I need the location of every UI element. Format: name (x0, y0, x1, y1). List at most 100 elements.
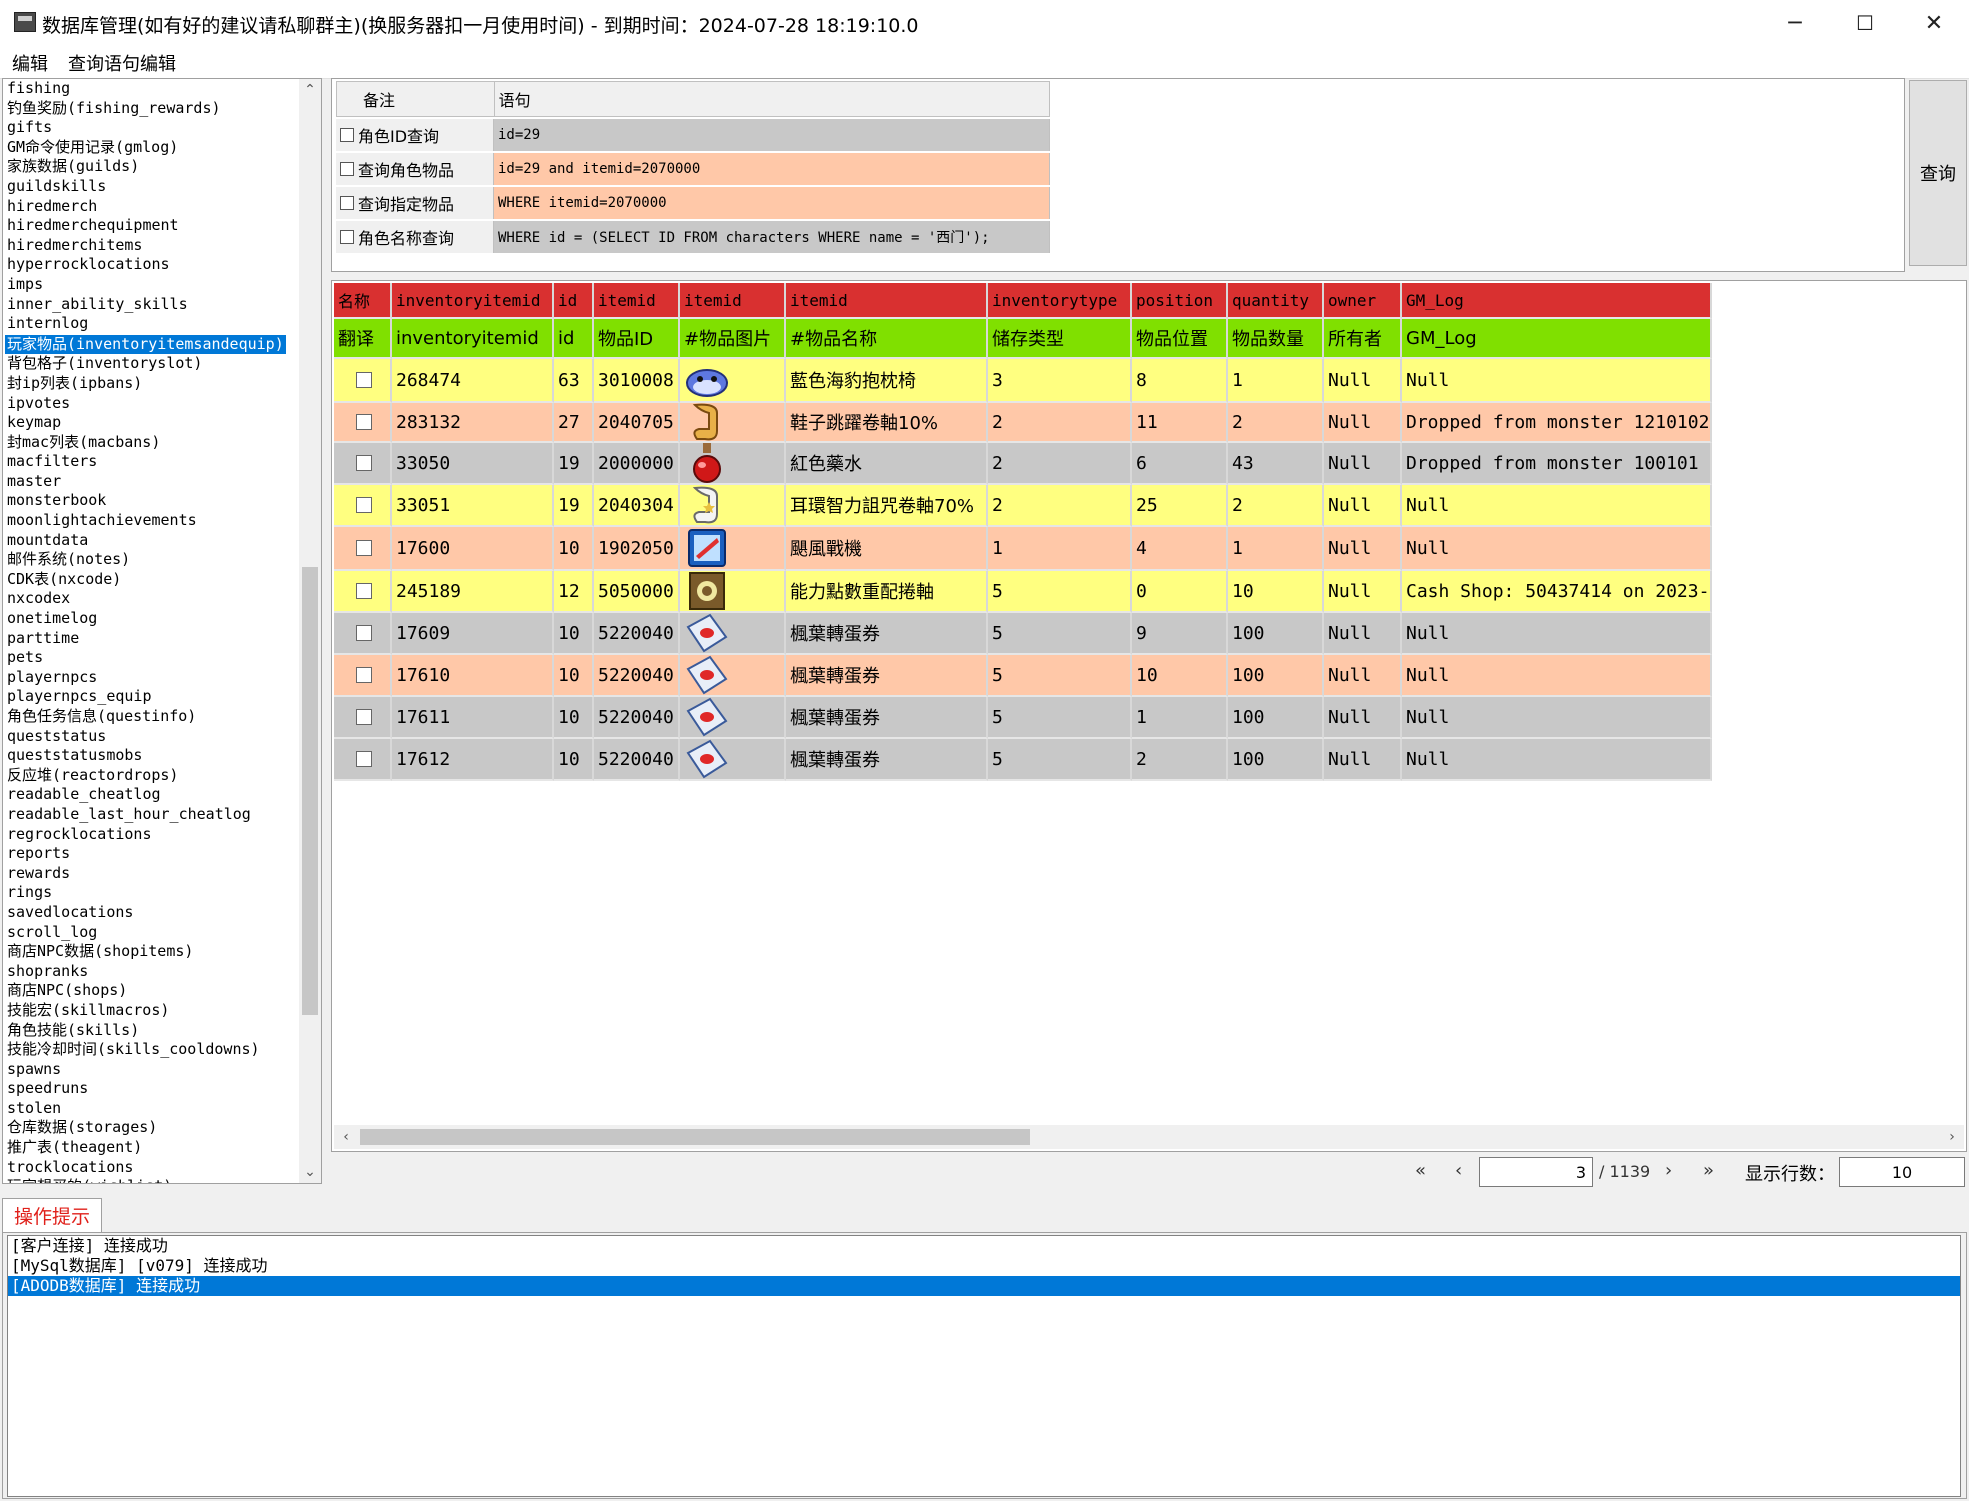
table-list-item[interactable]: pets (5, 648, 299, 668)
table-list-item[interactable]: CDK表(nxcode) (5, 570, 299, 590)
log-list[interactable]: [客户连接] 连接成功 [MySql数据库] [v079] 连接成功 [ADODB数… (7, 1235, 1961, 1497)
table-list-item[interactable]: reports (5, 844, 299, 864)
scroll-thumb[interactable] (360, 1129, 1030, 1145)
table-list-item[interactable]: queststatus (5, 727, 299, 747)
table-list-item[interactable]: 推广表(theagent) (5, 1138, 299, 1158)
table-list-item[interactable]: shopranks (5, 962, 299, 982)
rows-input[interactable]: 10 (1839, 1157, 1965, 1187)
scroll-right-icon[interactable]: › (1940, 1126, 1964, 1148)
row-checkbox[interactable] (356, 667, 372, 683)
table-list-item[interactable]: monsterbook (5, 491, 299, 511)
table-list-item[interactable]: 技能冷却时间(skills_cooldowns) (5, 1040, 299, 1060)
next-page-button[interactable]: › (1665, 1160, 1672, 1181)
grid-header-cell[interactable]: GM_Log (1402, 283, 1712, 319)
table-list-item[interactable]: readable_cheatlog (5, 785, 299, 805)
grid-header-cell[interactable]: itemid (594, 283, 680, 319)
page-input[interactable]: 3 (1479, 1157, 1593, 1187)
last-page-button[interactable]: » (1703, 1160, 1714, 1181)
row-checkbox[interactable] (356, 625, 372, 641)
table-row[interactable]: 33051 19 2040304 耳環智力詛咒卷軸70% 2 25 2 Null Null (334, 485, 1712, 527)
table-list[interactable]: fishing 钓鱼奖励(fishing_rewards) gifts GM命令使用记… (2, 78, 322, 1184)
table-list-item[interactable]: 玩家物品(inventoryitemsandequip) (5, 334, 286, 355)
table-row[interactable]: 245189 12 5050000 能力點數重配捲軸 5 0 10 Null Cash Shop… (334, 571, 1712, 613)
query-row-checkbox[interactable] (340, 128, 354, 142)
table-list-item[interactable]: savedlocations (5, 903, 299, 923)
query-row[interactable]: 角色ID查询 id=29 (336, 119, 1050, 151)
table-list-item[interactable]: 钓鱼奖励(fishing_rewards) (5, 99, 299, 119)
table-row[interactable]: 17612 10 5220040 楓葉轉蛋券 5 2 100 Null Null (334, 739, 1712, 781)
table-list-item[interactable]: internlog (5, 314, 299, 334)
grid-horizontal-scrollbar[interactable]: ‹ › (334, 1125, 1964, 1149)
scroll-left-icon[interactable]: ‹ (334, 1126, 358, 1148)
table-row[interactable]: 17609 10 5220040 楓葉轉蛋券 5 9 100 Null Null (334, 613, 1712, 655)
table-list-item[interactable]: queststatusmobs (5, 746, 299, 766)
table-row[interactable]: 283132 27 2040705 鞋子跳躍卷軸10% 2 11 2 Null Dropped … (334, 403, 1712, 443)
row-checkbox[interactable] (356, 583, 372, 599)
query-row[interactable]: 角色名称查询 WHERE id = (SELECT ID FROM charact… (336, 221, 1050, 253)
table-list-item[interactable]: master (5, 472, 299, 492)
table-list-item[interactable]: 商店NPC(shops) (5, 981, 299, 1001)
table-list-item[interactable]: rewards (5, 864, 299, 884)
row-checkbox[interactable] (356, 497, 372, 513)
table-list-item[interactable]: 角色技能(skills) (5, 1021, 299, 1041)
table-list-item[interactable]: speedruns (5, 1079, 299, 1099)
grid-header-cell[interactable]: owner (1324, 283, 1402, 319)
table-list-item[interactable]: macfilters (5, 452, 299, 472)
query-row-checkbox[interactable] (340, 162, 354, 176)
table-list-item[interactable]: ipvotes (5, 394, 299, 414)
query-button[interactable]: 查询 (1909, 80, 1967, 266)
first-page-button[interactable]: « (1415, 1160, 1426, 1181)
table-list-item[interactable]: scroll_log (5, 923, 299, 943)
table-list-scrollbar[interactable]: ⌃ ⌄ (299, 79, 321, 1183)
table-list-item[interactable]: hiredmerch (5, 197, 299, 217)
row-checkbox[interactable] (356, 540, 372, 556)
minimize-button[interactable]: ─ (1760, 0, 1830, 46)
table-list-item[interactable]: 角色任务信息(questinfo) (5, 707, 299, 727)
grid-header-cell[interactable]: id (554, 283, 594, 319)
table-list-item[interactable]: 技能宏(skillmacros) (5, 1001, 299, 1021)
grid-header-cell[interactable]: inventorytype (988, 283, 1132, 319)
table-list-item[interactable]: playernpcs_equip (5, 687, 299, 707)
table-list-item[interactable]: 背包格子(inventoryslot) (5, 354, 299, 374)
table-list-item[interactable]: keymap (5, 413, 299, 433)
table-row[interactable]: 33050 19 2000000 紅色藥水 2 6 43 Null Dropped from m… (334, 443, 1712, 485)
table-list-item[interactable]: hiredmerchequipment (5, 216, 299, 236)
table-list-item[interactable]: GM命令使用记录(gmlog) (5, 138, 299, 158)
table-list-item[interactable]: stolen (5, 1099, 299, 1119)
table-row[interactable]: 17611 10 5220040 楓葉轉蛋券 5 1 100 Null Null (334, 697, 1712, 739)
table-list-item[interactable]: playernpcs (5, 668, 299, 688)
table-list-item[interactable]: moonlightachievements (5, 511, 299, 531)
maximize-button[interactable]: ☐ (1830, 0, 1900, 46)
table-list-item[interactable]: inner_ability_skills (5, 295, 299, 315)
table-list-item[interactable]: guildskills (5, 177, 299, 197)
menu-query-edit[interactable]: 查询语句编辑 (68, 50, 176, 76)
table-list-item[interactable]: nxcodex (5, 589, 299, 609)
table-list-item[interactable]: 家族数据(guilds) (5, 157, 299, 177)
menu-edit[interactable]: 编辑 (12, 50, 48, 76)
grid-header-cell[interactable]: inventoryitemid (392, 283, 554, 319)
query-row-checkbox[interactable] (340, 196, 354, 210)
table-list-item[interactable]: readable_last_hour_cheatlog (5, 805, 299, 825)
log-tab[interactable]: 操作提示 (2, 1198, 102, 1232)
table-list-item[interactable]: 商店NPC数据(shopitems) (5, 942, 299, 962)
grid-header-cell[interactable]: 名称 (334, 283, 392, 319)
query-row-checkbox[interactable] (340, 230, 354, 244)
table-list-item[interactable]: hyperrocklocations (5, 255, 299, 275)
table-row[interactable]: 17610 10 5220040 楓葉轉蛋券 5 10 100 Null Null (334, 655, 1712, 697)
table-row[interactable]: 268474 63 3010008 藍色海豹抱枕椅 3 8 1 Null Null (334, 359, 1712, 403)
table-list-item[interactable]: 仓库数据(storages) (5, 1118, 299, 1138)
row-checkbox[interactable] (356, 414, 372, 430)
table-list-item[interactable]: 封ip列表(ipbans) (5, 374, 299, 394)
query-row[interactable]: 查询角色物品 id=29 and itemid=2070000 (336, 153, 1050, 185)
table-list-item[interactable]: rings (5, 883, 299, 903)
scroll-up-icon[interactable]: ⌃ (299, 79, 321, 101)
table-list-item[interactable]: 邮件系统(notes) (5, 550, 299, 570)
table-list-item[interactable]: imps (5, 275, 299, 295)
grid-header-cell[interactable]: itemid (786, 283, 988, 319)
table-list-item[interactable]: regrocklocations (5, 825, 299, 845)
row-checkbox[interactable] (356, 455, 372, 471)
row-checkbox[interactable] (356, 751, 372, 767)
table-list-item[interactable]: 反应堆(reactordrops) (5, 766, 299, 786)
row-checkbox[interactable] (356, 709, 372, 725)
prev-page-button[interactable]: ‹ (1455, 1160, 1462, 1181)
